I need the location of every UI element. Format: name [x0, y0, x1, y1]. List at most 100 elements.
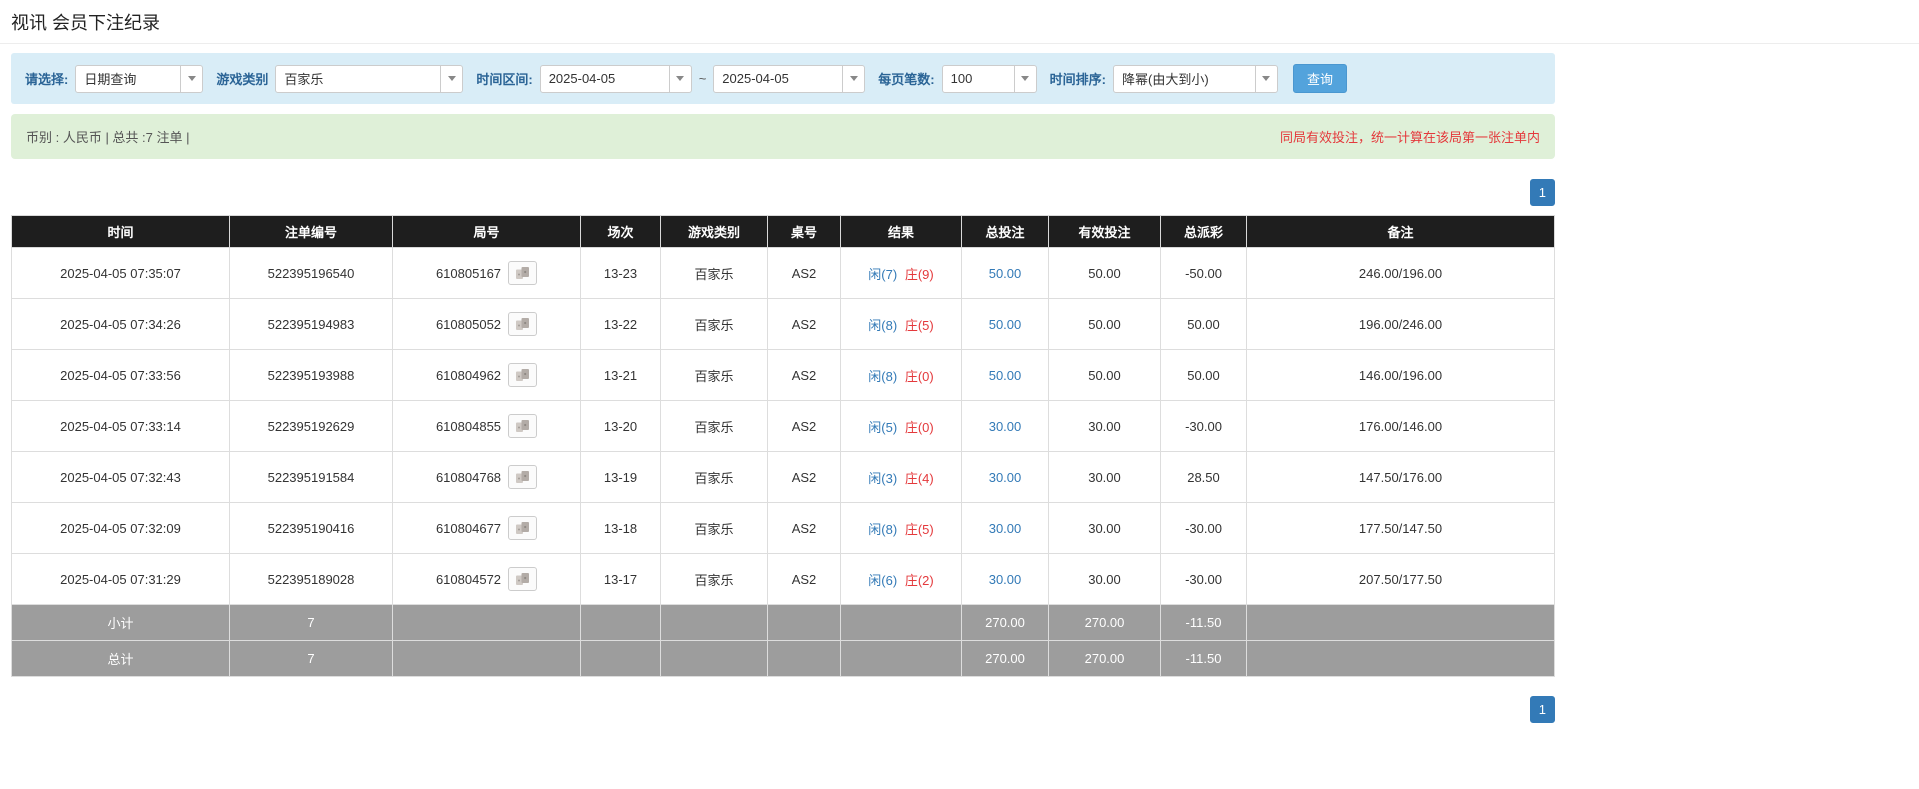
sort-order-select[interactable]: 降幂(由大到小) [1112, 64, 1278, 93]
cards-icon [515, 267, 529, 279]
page-button-1[interactable]: 1 [1529, 179, 1555, 206]
result-player: 闲(7) [868, 266, 898, 282]
total-bet-link[interactable]: 30.00 [989, 521, 1022, 536]
result-player: 闲(6) [868, 572, 898, 588]
time-cell: 2025-04-05 07:34:26 [11, 298, 230, 350]
chevron-down-icon[interactable] [842, 65, 865, 92]
table-no-cell: AS2 [767, 553, 841, 605]
per-page-label: 每页笔数: [878, 72, 935, 87]
chevron-down-icon[interactable] [1013, 65, 1036, 92]
game-type-cell: 百家乐 [660, 502, 768, 554]
round-id: 610804768 [435, 469, 502, 485]
time-cell: 2025-04-05 07:31:29 [11, 553, 230, 605]
total-bet-cell: 50.00 [961, 349, 1049, 401]
result-banker: 庄(2) [904, 572, 934, 588]
result-player: 闲(8) [868, 521, 898, 537]
summary-note: 同局有效投注，统一计算在该局第一张注单内 [1279, 130, 1540, 145]
bet-id-cell: 522395196540 [229, 247, 393, 299]
chevron-down-icon[interactable] [180, 65, 203, 92]
table-no-cell: AS2 [767, 298, 841, 350]
round-detail-button[interactable] [508, 261, 538, 285]
page-title: 视讯 会员下注纪录 [11, 13, 161, 33]
session-cell: 13-23 [580, 247, 661, 299]
cards-icon [515, 420, 529, 432]
round-id: 610804855 [435, 418, 502, 434]
result-player: 闲(5) [868, 419, 898, 435]
table-row: 2025-04-05 07:33:56 522395193988 6108049… [11, 349, 1555, 401]
result-banker: 庄(4) [904, 470, 934, 486]
chevron-down-icon[interactable] [440, 65, 463, 92]
remark-cell: 207.50/177.50 [1246, 553, 1555, 605]
total-bet-link[interactable]: 50.00 [989, 317, 1022, 332]
bet-id-cell: 522395190416 [229, 502, 393, 554]
chevron-down-icon[interactable] [668, 65, 691, 92]
summary-bar: 币别 : 人民币 | 总共 :7 注单 | 同局有效投注，统一计算在该局第一张注… [11, 114, 1555, 159]
total-bet-link[interactable]: 50.00 [989, 368, 1022, 383]
sort-order-value: 降幂(由大到小) [1121, 72, 1209, 87]
bet-id-cell: 522395192629 [229, 400, 393, 452]
round-id: 610805167 [435, 265, 502, 281]
session-cell: 13-20 [580, 400, 661, 452]
bet-id-cell: 522395189028 [229, 553, 393, 605]
subtotal-valid-bet: 270.00 [1048, 604, 1161, 641]
date-to-value: 2025-04-05 [722, 71, 789, 86]
table-row: 2025-04-05 07:32:43 522395191584 6108047… [11, 451, 1555, 503]
header-time: 时间 [11, 215, 230, 248]
cards-icon [515, 471, 529, 483]
round-detail-button[interactable] [508, 414, 538, 438]
table-row: 2025-04-05 07:35:07 522395196540 6108051… [11, 247, 1555, 299]
time-cell: 2025-04-05 07:33:14 [11, 400, 230, 452]
page-button-1[interactable]: 1 [1529, 696, 1555, 723]
date-to-select[interactable]: 2025-04-05 [713, 64, 866, 93]
round-id: 610804677 [435, 520, 502, 536]
payout-cell: 50.00 [1160, 298, 1247, 350]
subtotal-row: 小计 7 270.00 270.00 -11.50 [11, 604, 1555, 641]
total-bet-link[interactable]: 30.00 [989, 470, 1022, 485]
total-bet-cell: 30.00 [961, 400, 1049, 452]
round-detail-button[interactable] [508, 567, 538, 591]
time-cell: 2025-04-05 07:32:09 [11, 502, 230, 554]
round-detail-button[interactable] [508, 465, 538, 489]
round-detail-button[interactable] [508, 312, 538, 336]
session-cell: 13-22 [580, 298, 661, 350]
total-bet-link[interactable]: 30.00 [989, 572, 1022, 587]
session-cell: 13-19 [580, 451, 661, 503]
round-id-cell: 610804572 [392, 553, 581, 605]
table-no-cell: AS2 [767, 247, 841, 299]
round-id-cell: 610804855 [392, 400, 581, 452]
bet-id-cell: 522395191584 [229, 451, 393, 503]
round-id-cell: 610804677 [392, 502, 581, 554]
total-bet-link[interactable]: 30.00 [989, 419, 1022, 434]
total-bet-link[interactable]: 50.00 [989, 266, 1022, 281]
game-type-select[interactable]: 百家乐 [275, 64, 464, 93]
search-button[interactable]: 查询 [1292, 64, 1347, 93]
round-detail-button[interactable] [508, 363, 538, 387]
game-type-cell: 百家乐 [660, 298, 768, 350]
valid-bet-cell: 30.00 [1048, 400, 1161, 452]
chevron-down-icon[interactable] [1254, 65, 1277, 92]
session-cell: 13-17 [580, 553, 661, 605]
per-page-select[interactable]: 100 [941, 64, 1037, 93]
round-detail-button[interactable] [508, 516, 538, 540]
header-remark: 备注 [1246, 215, 1555, 248]
valid-bet-cell: 30.00 [1048, 553, 1161, 605]
table-no-cell: AS2 [767, 502, 841, 554]
query-type-select[interactable]: 日期查询 [75, 64, 204, 93]
time-cell: 2025-04-05 07:32:43 [11, 451, 230, 503]
table-no-cell: AS2 [767, 349, 841, 401]
payout-cell: -30.00 [1160, 400, 1247, 452]
session-cell: 13-18 [580, 502, 661, 554]
result-cell: 闲(8) 庄(0) [840, 349, 962, 401]
remark-cell: 176.00/146.00 [1246, 400, 1555, 452]
result-banker: 庄(5) [904, 317, 934, 333]
main-content: 请选择: 日期查询 游戏类别 百家乐 时间区间: 2025-04-05 ~ 20… [11, 53, 1555, 723]
valid-bet-cell: 30.00 [1048, 502, 1161, 554]
header-valid-bet: 有效投注 [1048, 215, 1161, 248]
date-from-select[interactable]: 2025-04-05 [539, 64, 692, 93]
header-total-bet: 总投注 [961, 215, 1049, 248]
header-bet-id: 注单编号 [229, 215, 393, 248]
valid-bet-cell: 50.00 [1048, 247, 1161, 299]
game-type-value: 百家乐 [284, 72, 324, 87]
result-player: 闲(3) [868, 470, 898, 486]
grand-total-payout: -11.50 [1160, 640, 1247, 677]
